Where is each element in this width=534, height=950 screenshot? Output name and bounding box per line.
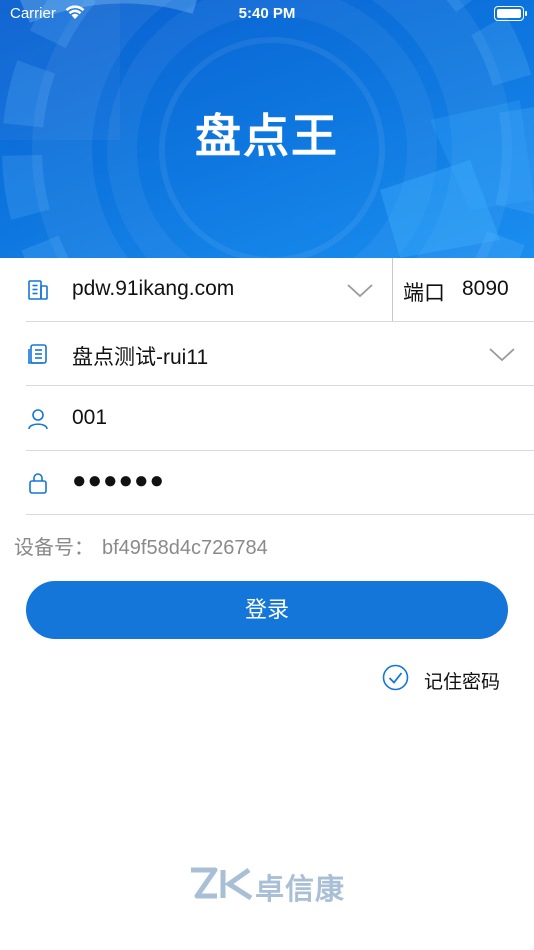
app-title: 盘点王: [195, 109, 339, 163]
username-row: 001: [0, 387, 534, 451]
server-input[interactable]: pdw.91ikang.com: [72, 277, 234, 301]
status-bar: Carrier 5:40 PM: [0, 0, 534, 28]
user-icon: [28, 409, 48, 430]
battery-icon: [494, 6, 527, 21]
port-label: 端口: [403, 282, 445, 305]
account-select[interactable]: 盘点测试-rui11: [72, 341, 208, 371]
row-divider: [26, 514, 534, 515]
password-row: ●●●●●●: [0, 451, 534, 515]
account-dropdown-chevron-icon[interactable]: [488, 347, 516, 363]
checkbox-checked-icon[interactable]: [382, 664, 409, 691]
port-input[interactable]: 8090: [462, 277, 509, 301]
lock-icon: [29, 473, 47, 494]
row-divider: [26, 385, 534, 386]
account-row[interactable]: 盘点测试-rui11: [0, 322, 534, 386]
brand-logo: 卓信康: [189, 866, 349, 906]
zk-logo-icon: [191, 867, 253, 901]
header-banner: Carrier 5:40 PM 盘点王: [0, 0, 534, 258]
device-id: 设备号： bf49f58d4c726784: [14, 531, 268, 560]
building-icon: [28, 280, 48, 300]
remember-password-label: 记住密码: [424, 672, 501, 693]
document-list-icon: [28, 344, 47, 364]
password-input[interactable]: ●●●●●●: [72, 467, 165, 495]
device-id-label: 设备号：: [14, 537, 94, 559]
brand-name: 卓信康: [255, 872, 346, 906]
port-divider: [392, 258, 393, 322]
server-dropdown-chevron-icon[interactable]: [346, 283, 374, 299]
username-input[interactable]: 001: [72, 406, 107, 430]
status-time: 5:40 PM: [238, 5, 296, 22]
server-row: pdw.91ikang.com 端口 8090: [0, 258, 534, 322]
device-id-value: bf49f58d4c726784: [102, 537, 268, 559]
login-button[interactable]: 登录: [26, 581, 508, 639]
